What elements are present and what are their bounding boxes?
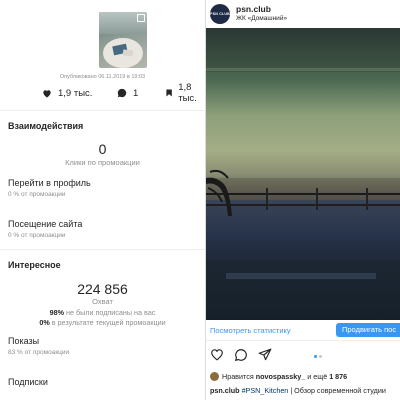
saves-count: 1,8 тыс. [178,82,197,104]
carousel-dot [314,355,317,358]
see-stats-link[interactable]: Посмотреть статистику [210,326,291,335]
comments-stat: 1 [117,86,138,100]
impressions-sub: 83 % от промоакции [8,349,70,356]
promo-clicks-value: 0 [98,141,107,157]
profile-visits-sub: 0 % от промоакции [8,191,66,198]
not-following-pct: 98% [49,308,65,317]
liked-by[interactable]: Нравится novospassky_ и ещё 1 876 [210,372,347,381]
plant-silhouette [206,169,232,216]
post-actions [206,348,400,366]
section-divider [0,249,205,250]
not-following-text: не были подписаны на вас [66,308,156,317]
reach-value: 224 856 [77,281,128,297]
caption-text: | Обзор современной студии [290,386,386,395]
bookmark-icon [166,89,172,97]
post-stats-row: 1,9 тыс. 1 1,8 тыс. [0,82,205,104]
profile-visits-label: Перейти в профиль [8,178,91,188]
reach-label: Охват [92,297,113,306]
multi-photo-icon [137,14,145,22]
carousel-dot [319,355,322,358]
section-divider [0,110,205,111]
follows-label: Подписки [8,377,48,387]
avatar[interactable]: PSN CLUB [210,4,230,24]
caption-hashtag[interactable]: #PSN_Kitchen [242,386,289,395]
impressions-label: Показы [8,336,40,346]
post-caption: psn.club #PSN_Kitchen | Обзор современно… [210,386,386,395]
post-photo[interactable] [206,28,400,320]
published-date: Опубликовано 06.11.2019 в 19:03 [59,74,146,80]
insights-panel: Опубликовано 06.11.2019 в 19:03 1,9 тыс.… [0,0,205,400]
from-promo-text: в результате текущей промоакции [51,318,166,327]
comment-icon [117,88,127,98]
site-visits-label: Посещение сайта [8,219,83,229]
promo-clicks-label: Клики по промоакции [65,158,140,167]
interactions-title: Взаимодействия [8,121,84,131]
comment-icon[interactable] [234,348,248,362]
heart-icon [43,89,51,98]
post-panel: PSN CLUB psn.club ЖК «Домашний» Посмотре… [206,0,400,400]
share-icon[interactable] [258,348,272,362]
likes-count: 1,9 тыс. [58,87,93,99]
saves-stat: 1,8 тыс. [166,82,205,104]
liked-prefix: Нравится [222,372,254,381]
avatar-text: PSN CLUB [210,12,230,16]
account-name[interactable]: psn.club [236,4,271,14]
heart-icon[interactable] [210,348,224,361]
promote-button[interactable]: Продвигать пос [336,323,400,337]
not-following-line: 98% не были подписаны на вас [0,308,205,317]
likes-stat: 1,9 тыс. [42,86,92,100]
discovery-title: Интересное [8,260,61,270]
comments-count: 1 [133,87,139,99]
promo-bar: Посмотреть статистику Продвигать пос [206,320,400,341]
caption-user[interactable]: psn.club [210,386,240,395]
liker-avatar [210,372,219,381]
liked-suffix: и ещё [307,372,328,381]
carousel-indicator [314,355,322,358]
liked-user[interactable]: novospassky_ [256,372,306,381]
from-promo-line: 0% в результате текущей промоакции [0,318,205,327]
post-thumbnail[interactable] [99,12,147,68]
post-location[interactable]: ЖК «Домашний» [236,15,287,22]
site-visits-sub: 0 % от промоакции [8,232,66,239]
from-promo-pct: 0% [39,318,50,327]
liked-count[interactable]: 1 876 [329,372,347,381]
